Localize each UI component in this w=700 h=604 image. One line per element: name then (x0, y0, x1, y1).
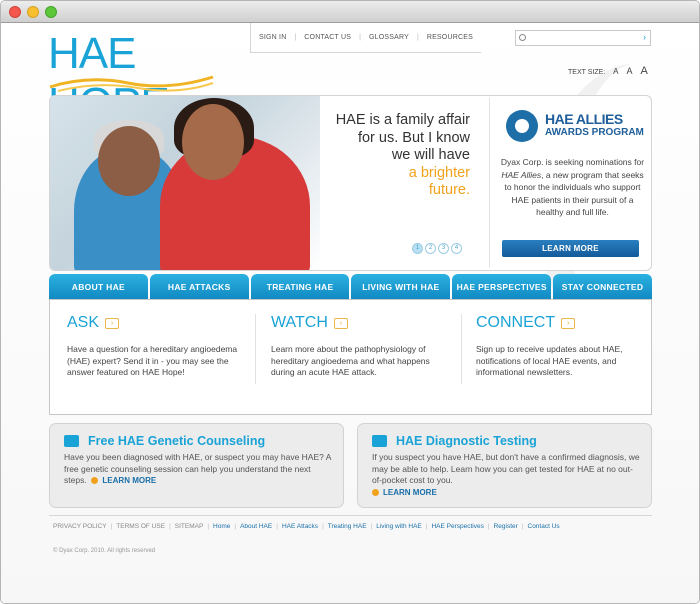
column-divider (255, 314, 256, 384)
resources-link[interactable]: RESOURCES (427, 34, 473, 41)
logo-text-hae: HAE (48, 29, 136, 78)
feature-panel: ASK › Have a question for a hereditary an… (49, 299, 652, 415)
window-titlebar (1, 1, 699, 23)
tab-living-with-hae[interactable]: LIVING WITH HAE (351, 274, 451, 300)
footer-link-register[interactable]: Register (494, 523, 518, 530)
hero-tagline: HAE is a family affair for us. But I kno… (335, 112, 470, 198)
connect-column: CONNECT › Sign up to receive updates abou… (476, 314, 656, 379)
allies-description: Dyax Corp. is seeking nominations for HA… (500, 157, 645, 217)
ask-title[interactable]: ASK (67, 314, 99, 332)
footer-link-contact-us[interactable]: Contact Us (528, 523, 560, 530)
connect-title[interactable]: CONNECT (476, 314, 555, 332)
logo-wave-icon (49, 75, 214, 92)
allies-learn-more-button[interactable]: LEARN MORE (502, 240, 639, 257)
text-size-large[interactable]: A (640, 65, 647, 77)
minimize-window-button[interactable] (27, 6, 39, 18)
diagnostic-testing-box: HAE Diagnostic Testing If you suspect yo… (357, 423, 652, 508)
text-size-small[interactable]: A (613, 67, 618, 76)
maximize-window-button[interactable] (45, 6, 57, 18)
footer-link-home[interactable]: Home (213, 523, 230, 530)
hero-banner: HAE is a family affair for us. But I kno… (49, 95, 652, 271)
terms-of-use-link[interactable]: TERMS OF USE (116, 523, 165, 530)
speech-bubble-icon (64, 435, 79, 447)
tab-hae-attacks[interactable]: HAE ATTACKS (149, 274, 249, 300)
glossary-link[interactable]: GLOSSARY (369, 34, 409, 41)
diagnostic-testing-learn-more[interactable]: LEARN MORE (372, 488, 437, 497)
allies-title: HAE ALLIES (545, 111, 623, 127)
search-go-icon[interactable]: › (643, 32, 646, 42)
slide-dot-4[interactable]: 4 (451, 243, 462, 254)
genetic-counseling-learn-more[interactable]: LEARN MORE (91, 476, 156, 485)
sitemap-link[interactable]: SITEMAP (175, 523, 204, 530)
chevron-right-icon[interactable]: › (105, 317, 120, 329)
slide-pager: 1 2 3 4 (412, 243, 464, 254)
page: HAE HOPE SIGN IN| CONTACT US| GLOSSARY| … (1, 23, 699, 603)
diagnostic-testing-title[interactable]: HAE Diagnostic Testing (396, 434, 537, 448)
watch-column: WATCH › Learn more about the pathophysiol… (271, 314, 451, 379)
allies-promo: HAE ALLIES AWARDS PROGRAM Dyax Corp. is … (489, 98, 649, 268)
watch-title[interactable]: WATCH (271, 314, 328, 332)
footer-nav: PRIVACY POLICY | TERMS OF USE | SITEMAP | H… (53, 523, 560, 530)
hands-circle-icon (506, 110, 538, 142)
tab-about-hae[interactable]: ABOUT HAE (49, 274, 148, 300)
slide-dot-3[interactable]: 3 (438, 243, 449, 254)
allies-subtitle: AWARDS PROGRAM (545, 127, 644, 138)
chevron-right-icon[interactable]: › (333, 317, 348, 329)
privacy-policy-link[interactable]: PRIVACY POLICY (53, 523, 107, 530)
ask-text: Have a question for a hereditary angioed… (67, 344, 238, 377)
column-divider (461, 314, 462, 384)
tab-treating-hae[interactable]: TREATING HAE (250, 274, 350, 300)
footer-link-hae-attacks[interactable]: HAE Attacks (282, 523, 318, 530)
utility-nav: SIGN IN | CONTACT US | GLOSSARY | RESOURCES (250, 23, 481, 53)
browser-window: HAE HOPE SIGN IN| CONTACT US| GLOSSARY| … (0, 0, 700, 604)
footer-link-treating-hae[interactable]: Treating HAE (328, 523, 367, 530)
diagnostic-testing-text: If you suspect you have HAE, but don't h… (372, 452, 640, 485)
footer-link-hae-perspectives[interactable]: HAE Perspectives (431, 523, 483, 530)
text-size-control: TEXT SIZE: A A A (568, 65, 648, 77)
search-icon (519, 34, 526, 41)
hero-photo (50, 96, 320, 270)
slide-dot-2[interactable]: 2 (425, 243, 436, 254)
genetic-counseling-box: Free HAE Genetic Counseling Have you bee… (49, 423, 344, 508)
genetic-counseling-title[interactable]: Free HAE Genetic Counseling (88, 434, 265, 448)
chevron-right-icon[interactable]: › (561, 317, 576, 329)
ask-column: ASK › Have a question for a hereditary an… (67, 314, 247, 379)
search-input[interactable] (530, 32, 640, 44)
arrow-circle-icon (372, 488, 379, 496)
close-window-button[interactable] (9, 6, 21, 18)
text-size-medium[interactable]: A (626, 66, 632, 76)
contact-us-link[interactable]: CONTACT US (304, 34, 351, 41)
folder-icon (372, 435, 387, 447)
tab-stay-connected[interactable]: STAY CONNECTED (553, 274, 652, 300)
tab-hae-perspectives[interactable]: HAE PERSPECTIVES (452, 274, 552, 300)
main-nav: ABOUT HAE HAE ATTACKS TREATING HAE LIVIN… (49, 274, 652, 300)
signin-link[interactable]: SIGN IN (259, 34, 286, 41)
arrow-circle-icon (91, 477, 99, 484)
footer-link-about-hae[interactable]: About HAE (240, 523, 272, 530)
slide-dot-1[interactable]: 1 (412, 243, 423, 254)
copyright: © Dyax Corp. 2010. All rights reserved (53, 548, 156, 554)
connect-text: Sign up to receive updates about HAE, no… (476, 344, 623, 377)
footer-divider (49, 515, 652, 516)
site-logo[interactable]: HAE HOPE (48, 29, 228, 128)
search-box: › (515, 30, 651, 46)
footer-link-living-with-hae[interactable]: Living with HAE (376, 523, 422, 530)
watch-text: Learn more about the pathophysiology of … (271, 344, 430, 377)
text-size-label: TEXT SIZE: (568, 69, 606, 76)
